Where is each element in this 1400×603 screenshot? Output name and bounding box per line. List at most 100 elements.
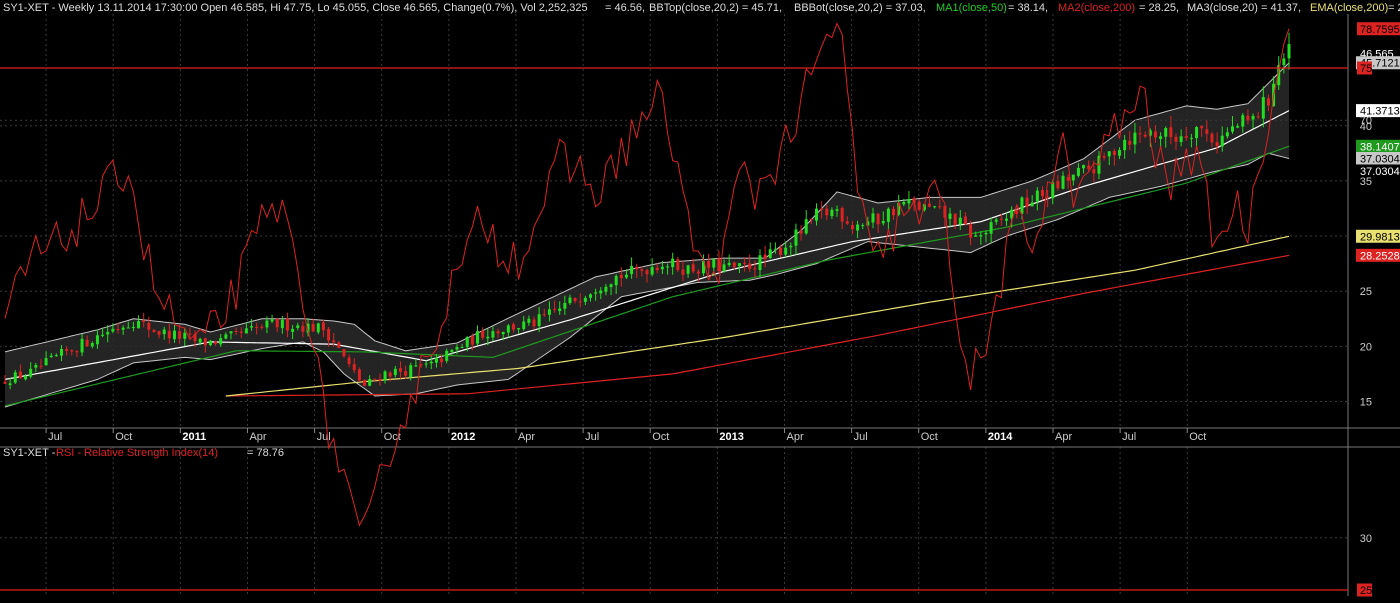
candle-up: [250, 326, 254, 328]
candle-down: [1138, 133, 1142, 135]
candle-up: [1241, 115, 1245, 127]
candle-up: [856, 224, 860, 231]
y-tick-label: 15: [1360, 397, 1372, 409]
candle-down: [655, 267, 659, 271]
chart-canvas[interactable]: Jul Oct 2011 Apr Jul Oct 2012 Apr Jul Oct 2013 Apr J…: [0, 0, 1400, 598]
candle-up: [1020, 197, 1024, 214]
candle-down: [116, 328, 120, 330]
candle-up: [1220, 135, 1224, 147]
candle-down: [214, 341, 218, 344]
stock-chart[interactable]: Jul Oct 2011 Apr Jul Oct 2012 Apr Jul Oct 2013 Apr J…: [0, 0, 1400, 598]
candle-up: [727, 262, 731, 265]
candle-down: [691, 264, 695, 272]
candle-up: [1189, 137, 1193, 139]
legend-ma3: MA3(close,20) = 41.37,: [1187, 2, 1301, 14]
candle-up: [814, 208, 818, 221]
candle-down: [1215, 142, 1219, 147]
candle-down: [1112, 151, 1116, 155]
candle-down: [763, 254, 767, 259]
candle-up: [660, 266, 664, 270]
x-tick-label: Jul: [1122, 431, 1136, 443]
candle-up: [1133, 132, 1137, 145]
candle-up: [383, 371, 387, 381]
x-tick-label: Oct: [921, 431, 938, 443]
candle-up: [830, 209, 834, 217]
candle-up: [121, 327, 125, 330]
candle-down: [496, 331, 500, 334]
rsi-value-text: = 78.76: [247, 447, 284, 459]
candle-down: [511, 324, 515, 330]
candle-down: [147, 322, 151, 330]
x-tick-label: 2012: [451, 431, 475, 443]
candle-down: [178, 331, 182, 339]
candle-up: [1164, 128, 1168, 137]
candle-down: [732, 262, 736, 268]
candle-up: [1123, 139, 1127, 151]
candle-up: [1061, 175, 1065, 189]
candle-up: [517, 328, 521, 330]
candle-down: [820, 208, 824, 210]
legend-close: = 46.56,: [605, 2, 645, 14]
price-label-text: 37.0304: [1360, 154, 1400, 166]
candle-up: [712, 259, 716, 268]
candle-up: [1225, 132, 1229, 137]
candle-up: [958, 217, 962, 225]
candle-up: [424, 363, 428, 365]
candle-up: [1035, 190, 1039, 202]
candle-up: [609, 284, 613, 288]
legend-ema-val: = 2: [1388, 2, 1400, 14]
legend-bbbot: BBBot(close,20,2) = 37.03,: [794, 2, 926, 14]
candle-down: [1056, 180, 1060, 189]
candle-up: [563, 302, 567, 309]
candle-up: [8, 383, 12, 386]
candle-down: [1184, 136, 1188, 138]
x-tick-label: 2014: [988, 431, 1013, 443]
candle-up: [486, 336, 490, 339]
indicator-legend: = 46.56, BBTop(close,20,2) = 45.71, BBBo…: [605, 2, 1400, 14]
x-tick-label: Oct: [652, 431, 669, 443]
candle-up: [126, 327, 130, 329]
candle-up: [291, 328, 295, 332]
candle-up: [558, 308, 562, 312]
candle-down: [1092, 169, 1096, 174]
candle-down: [1200, 125, 1204, 129]
candle-up: [80, 338, 84, 353]
candle-down: [352, 364, 356, 371]
candle-down: [1046, 196, 1050, 198]
candle-up: [984, 232, 988, 235]
candle-up: [101, 334, 105, 336]
candle-up: [1251, 115, 1255, 120]
candle-down: [1015, 210, 1019, 214]
candle-down: [342, 349, 346, 357]
candle-down: [39, 365, 43, 367]
candle-up: [59, 349, 63, 356]
rsi-y-tick-label: 70: [1360, 115, 1372, 127]
candle-up: [368, 379, 372, 386]
candle-up: [131, 327, 135, 329]
candle-up: [794, 229, 798, 246]
candle-down: [373, 378, 377, 380]
candle-down: [999, 218, 1003, 220]
candle-down: [696, 271, 700, 274]
candle-up: [1195, 127, 1199, 139]
candle-down: [157, 331, 161, 335]
candle-up: [784, 247, 788, 255]
candle-up: [671, 258, 675, 268]
candle-up: [1159, 136, 1163, 139]
candle-up: [1287, 44, 1291, 59]
candle-up: [1030, 202, 1034, 207]
legend-ema: EMA(close,200): [1310, 2, 1388, 14]
candle-up: [491, 331, 495, 338]
candle-down: [255, 326, 259, 328]
candle-down: [1066, 177, 1070, 181]
candle-up: [1051, 182, 1055, 199]
candle-down: [1143, 134, 1147, 137]
candle-down: [234, 330, 238, 332]
candle-up: [229, 331, 233, 334]
candle-up: [434, 357, 438, 363]
candle-up: [1076, 167, 1080, 176]
candle-down: [553, 308, 557, 310]
candle-down: [311, 323, 315, 332]
candle-down: [876, 213, 880, 225]
candle-down: [321, 322, 325, 331]
